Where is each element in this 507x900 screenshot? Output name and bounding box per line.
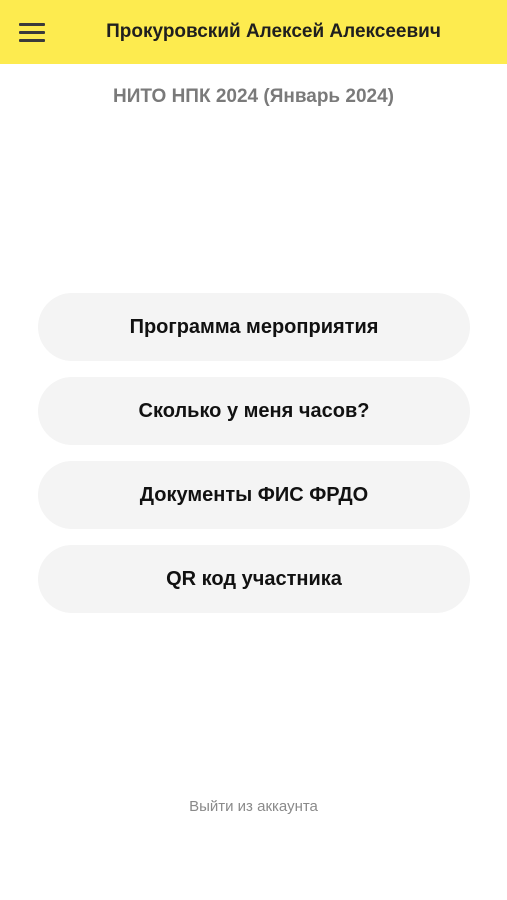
- hamburger-menu-icon[interactable]: [14, 18, 50, 46]
- participant-qr-code-button[interactable]: QR код участника: [38, 545, 470, 613]
- event-program-button[interactable]: Программа мероприятия: [38, 293, 470, 361]
- event-title: НИТО НПК 2024 (Январь 2024): [113, 86, 394, 107]
- fis-frdo-documents-button[interactable]: Документы ФИС ФРДО: [38, 461, 470, 529]
- app-screen: Прокуровский Алексей Алексеевич НИТО НПК…: [0, 0, 507, 900]
- logout-link[interactable]: Выйти из аккаунта: [0, 798, 507, 815]
- menu-bar: [19, 22, 45, 26]
- menu-bar: [19, 38, 45, 42]
- menu-bar: [19, 30, 45, 34]
- main-menu: Программа мероприятия Сколько у меня час…: [38, 293, 470, 613]
- user-name: Прокуровский Алексей Алексеевич: [106, 21, 441, 42]
- hours-count-button[interactable]: Сколько у меня часов?: [38, 377, 470, 445]
- app-header: Прокуровский Алексей Алексеевич: [0, 0, 507, 64]
